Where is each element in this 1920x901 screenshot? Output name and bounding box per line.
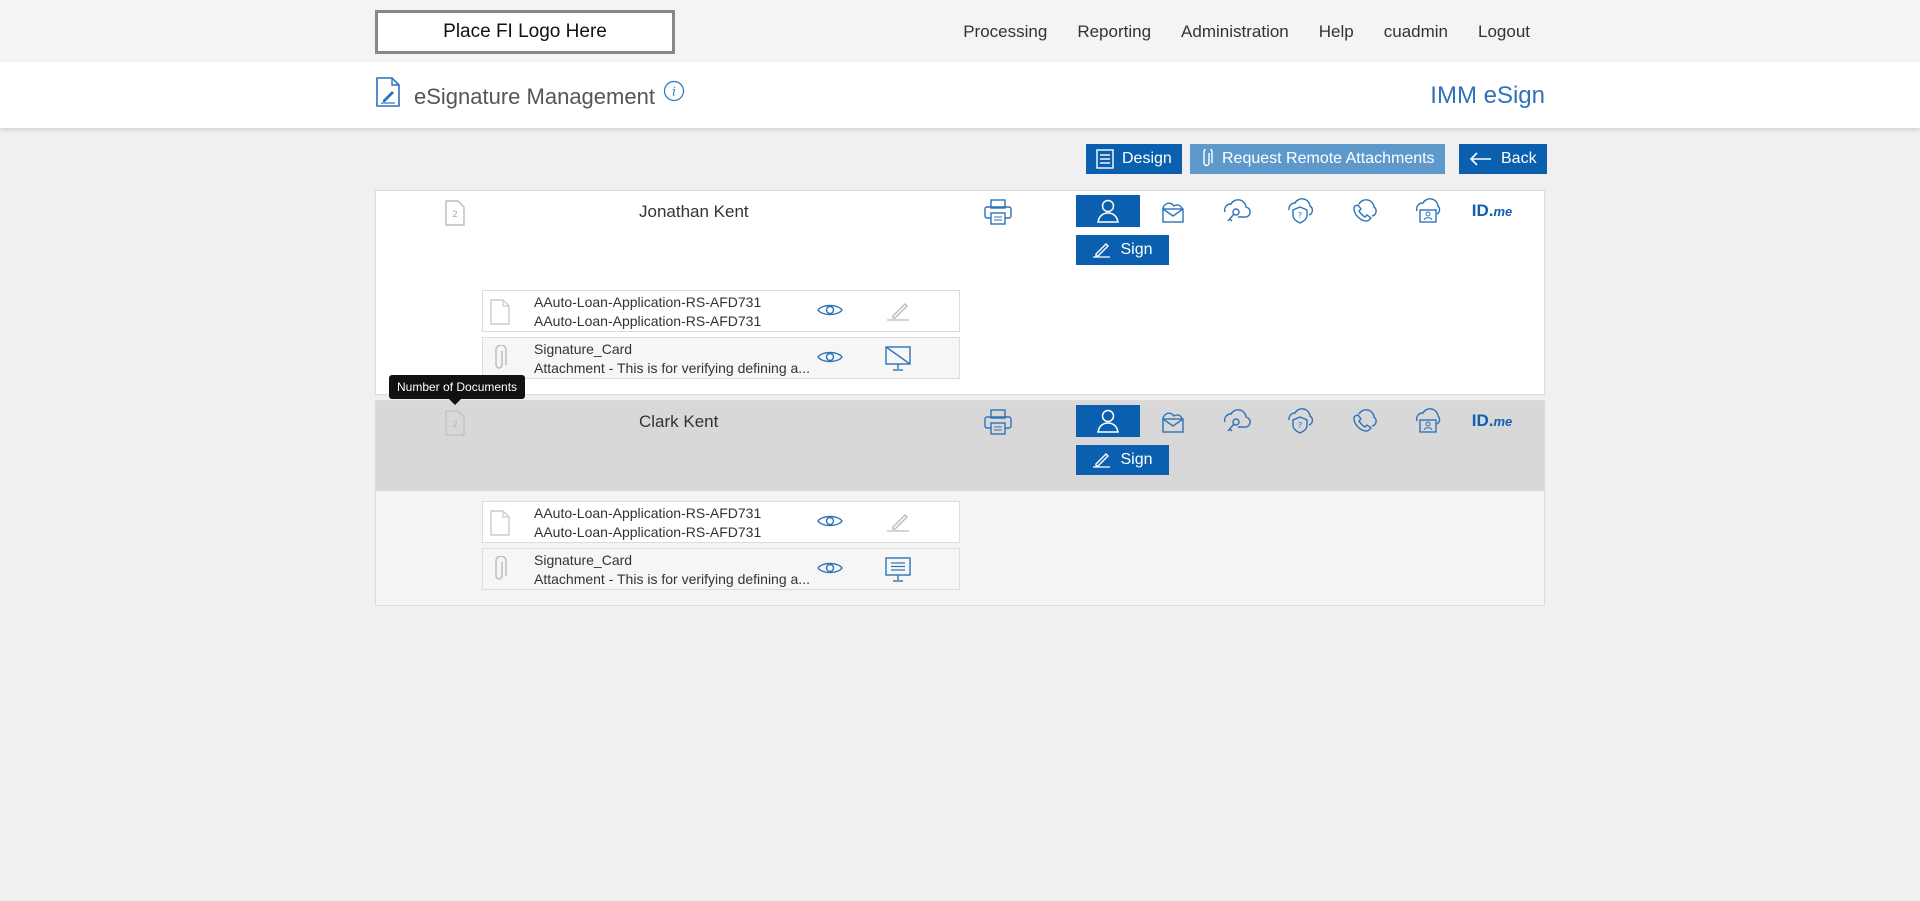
idme-logo[interactable]: ID.me — [1460, 405, 1524, 437]
svg-text:2: 2 — [452, 210, 458, 220]
attachment-name: Signature_Card — [534, 552, 633, 568]
sign-button[interactable]: Sign — [1076, 235, 1169, 265]
key-cloud-icon[interactable] — [1204, 405, 1268, 437]
attachment-description: Attachment - This is for verifying defin… — [534, 571, 810, 587]
printer-icon[interactable] — [984, 199, 1012, 230]
monitor-icon[interactable] — [883, 556, 913, 589]
document-count-icon[interactable]: 2 — [443, 409, 467, 442]
person-icon[interactable] — [1076, 405, 1140, 437]
nav-reporting[interactable]: Reporting — [1077, 22, 1151, 42]
document-row: AAuto-Loan-Application-RS-AFD731 AAuto-L… — [482, 290, 960, 332]
brand-title: IMM eSign — [1430, 82, 1545, 109]
idme-logo[interactable]: ID.me — [1460, 195, 1524, 227]
pen-icon — [1093, 243, 1111, 258]
attachment-row: Signature_Card Attachment - This is for … — [482, 548, 960, 590]
signer-name: Clark Kent — [639, 412, 719, 431]
attachment-row: Signature_Card Attachment - This is for … — [482, 337, 960, 379]
shield-question-icon[interactable]: ? — [1268, 195, 1332, 227]
arrow-left-icon — [1469, 152, 1491, 166]
sign-pen-icon[interactable] — [883, 298, 913, 329]
request-remote-attachments-label: Request Remote Attachments — [1222, 150, 1435, 167]
svg-text:?: ? — [1298, 421, 1302, 430]
attachment-description: Attachment - This is for verifying defin… — [534, 360, 810, 376]
paperclip-icon — [1203, 149, 1213, 167]
list-icon — [1096, 149, 1114, 169]
id-card-cloud-icon[interactable] — [1396, 195, 1460, 227]
auth-methods: ? ID.me — [1076, 195, 1524, 227]
shield-question-icon[interactable]: ? — [1268, 405, 1332, 437]
auth-methods: ? ID.me — [1076, 405, 1524, 437]
monitor-off-icon[interactable] — [883, 345, 913, 378]
view-eye-icon[interactable] — [817, 349, 843, 370]
number-of-documents-tooltip: Number of Documents — [389, 375, 526, 405]
nav-user[interactable]: cuadmin — [1384, 22, 1448, 42]
document-row: AAuto-Loan-Application-RS-AFD731 AAuto-L… — [482, 501, 960, 543]
person-icon[interactable] — [1076, 195, 1140, 227]
paperclip-icon — [489, 344, 511, 378]
document-count-icon[interactable]: 2 — [443, 199, 467, 232]
nav-processing[interactable]: Processing — [963, 22, 1047, 42]
page-title: eSignature Management — [414, 84, 655, 109]
request-remote-attachments-button[interactable]: Request Remote Attachments — [1190, 144, 1445, 174]
view-eye-icon[interactable] — [817, 560, 843, 581]
id-card-cloud-icon[interactable] — [1396, 405, 1460, 437]
signer-name: Jonathan Kent — [639, 202, 749, 221]
pen-icon — [1093, 453, 1111, 468]
sign-label: Sign — [1120, 241, 1153, 258]
nav-help[interactable]: Help — [1319, 22, 1354, 42]
view-eye-icon[interactable] — [817, 513, 843, 534]
signer-panel: 2 Clark Kent ? ID.me Sign AAuto-Loan-App… — [375, 400, 1545, 606]
fi-logo-placeholder: Place FI Logo Here — [375, 10, 675, 54]
document-name: AAuto-Loan-Application-RS-AFD731 — [534, 505, 762, 521]
back-button[interactable]: Back — [1459, 144, 1547, 174]
svg-text:2: 2 — [452, 420, 458, 430]
document-name: AAuto-Loan-Application-RS-AFD731 — [534, 294, 762, 310]
sign-pen-icon[interactable] — [883, 509, 913, 540]
top-bar: Place FI Logo Here Processing Reporting … — [0, 0, 1920, 62]
page-header: eSignature Management i IMM eSign — [0, 62, 1920, 128]
printer-icon[interactable] — [984, 409, 1012, 440]
design-button[interactable]: Design — [1086, 144, 1182, 174]
file-icon — [489, 298, 511, 331]
svg-text:?: ? — [1298, 211, 1302, 220]
paperclip-icon — [489, 555, 511, 589]
view-eye-icon[interactable] — [817, 302, 843, 323]
main-nav: Processing Reporting Administration Help… — [963, 22, 1530, 42]
document-description: AAuto-Loan-Application-RS-AFD731 — [534, 313, 762, 329]
design-label: Design — [1122, 150, 1172, 167]
phone-cloud-icon[interactable] — [1332, 195, 1396, 227]
key-cloud-icon[interactable] — [1204, 195, 1268, 227]
mail-cloud-icon[interactable] — [1140, 195, 1204, 227]
document-description: AAuto-Loan-Application-RS-AFD731 — [534, 524, 762, 540]
phone-cloud-icon[interactable] — [1332, 405, 1396, 437]
nav-logout[interactable]: Logout — [1478, 22, 1530, 42]
document-sign-icon — [375, 76, 401, 113]
back-label: Back — [1501, 150, 1537, 167]
signer-panel: 2 Jonathan Kent ? ID.me Sign AAuto-Loan-… — [375, 190, 1545, 395]
info-icon[interactable]: i — [663, 80, 685, 107]
svg-text:i: i — [672, 85, 676, 99]
attachment-name: Signature_Card — [534, 341, 633, 357]
mail-cloud-icon[interactable] — [1140, 405, 1204, 437]
file-icon — [489, 509, 511, 542]
sign-button[interactable]: Sign — [1076, 445, 1169, 475]
sign-label: Sign — [1120, 451, 1153, 468]
nav-administration[interactable]: Administration — [1181, 22, 1289, 42]
